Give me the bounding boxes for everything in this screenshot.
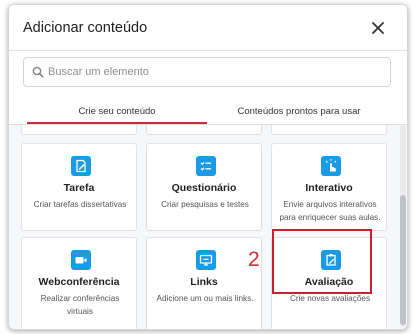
card-questionario[interactable]: Questionário Criar pesquisas e testes [146, 143, 262, 231]
card-title: Webconferência [38, 276, 120, 288]
tab-bar: Crie seu conteúdo Conteúdos prontos para… [9, 99, 407, 125]
card-tarefa[interactable]: Tarefa Criar tarefas dissertativas [21, 143, 137, 231]
card-description: Criar tarefas dissertativas [33, 200, 127, 209]
scrollbar-thumb[interactable] [400, 195, 406, 325]
card-title: Links [190, 276, 218, 288]
content-grid: Tarefa Criar tarefas dissertativas Quest… [9, 125, 407, 329]
card-title: Avaliação [304, 276, 354, 288]
step-annotation: 2 [248, 248, 260, 271]
card-description: Criar pesquisas e testes [161, 200, 249, 209]
card-partial[interactable] [21, 125, 137, 135]
card-avaliacao[interactable]: Avaliação Crie novas avaliações [271, 237, 387, 329]
monitor-link-icon [196, 250, 216, 270]
card-description: Crie novas avaliações [289, 294, 371, 303]
clipboard-edit-icon [321, 250, 341, 270]
checklist-icon [196, 156, 216, 176]
card-title: Questionário [171, 182, 237, 194]
active-tab-indicator [27, 122, 207, 124]
card-description: Realizar conferências virtuais [40, 294, 120, 316]
video-camera-icon [71, 250, 91, 270]
dialog-title: Adicionar conteúdo [23, 20, 148, 36]
add-content-dialog: Adicionar conteúdo Crie seu conteúdo Con… [8, 4, 408, 330]
tab-create-content[interactable]: Crie seu conteúdo [27, 106, 207, 117]
card-links[interactable]: Links Adicione um ou mais links. [146, 237, 262, 329]
card-partial[interactable] [271, 125, 387, 135]
card-partial[interactable] [146, 125, 262, 135]
card-description: Envie arquivos interativos para enriquec… [279, 200, 381, 222]
card-interativo[interactable]: Interativo Envie arquivos interativos pa… [271, 143, 387, 231]
card-description: Adicione um ou mais links. [156, 294, 254, 303]
scrollbar-track[interactable] [400, 125, 406, 327]
card-title: Interativo [305, 182, 353, 194]
touch-pointer-icon [321, 156, 341, 176]
search-area [9, 51, 407, 99]
card-title: Tarefa [63, 182, 95, 194]
search-icon [32, 65, 44, 83]
edit-document-icon [71, 156, 91, 176]
search-input[interactable] [48, 62, 378, 82]
close-icon[interactable] [367, 17, 389, 39]
tab-ready-content[interactable]: Conteúdos prontos para usar [209, 106, 389, 117]
search-box[interactable] [23, 57, 391, 87]
dialog-header: Adicionar conteúdo [9, 5, 407, 51]
card-webconferencia[interactable]: Webconferência Realizar conferências vir… [21, 237, 137, 329]
